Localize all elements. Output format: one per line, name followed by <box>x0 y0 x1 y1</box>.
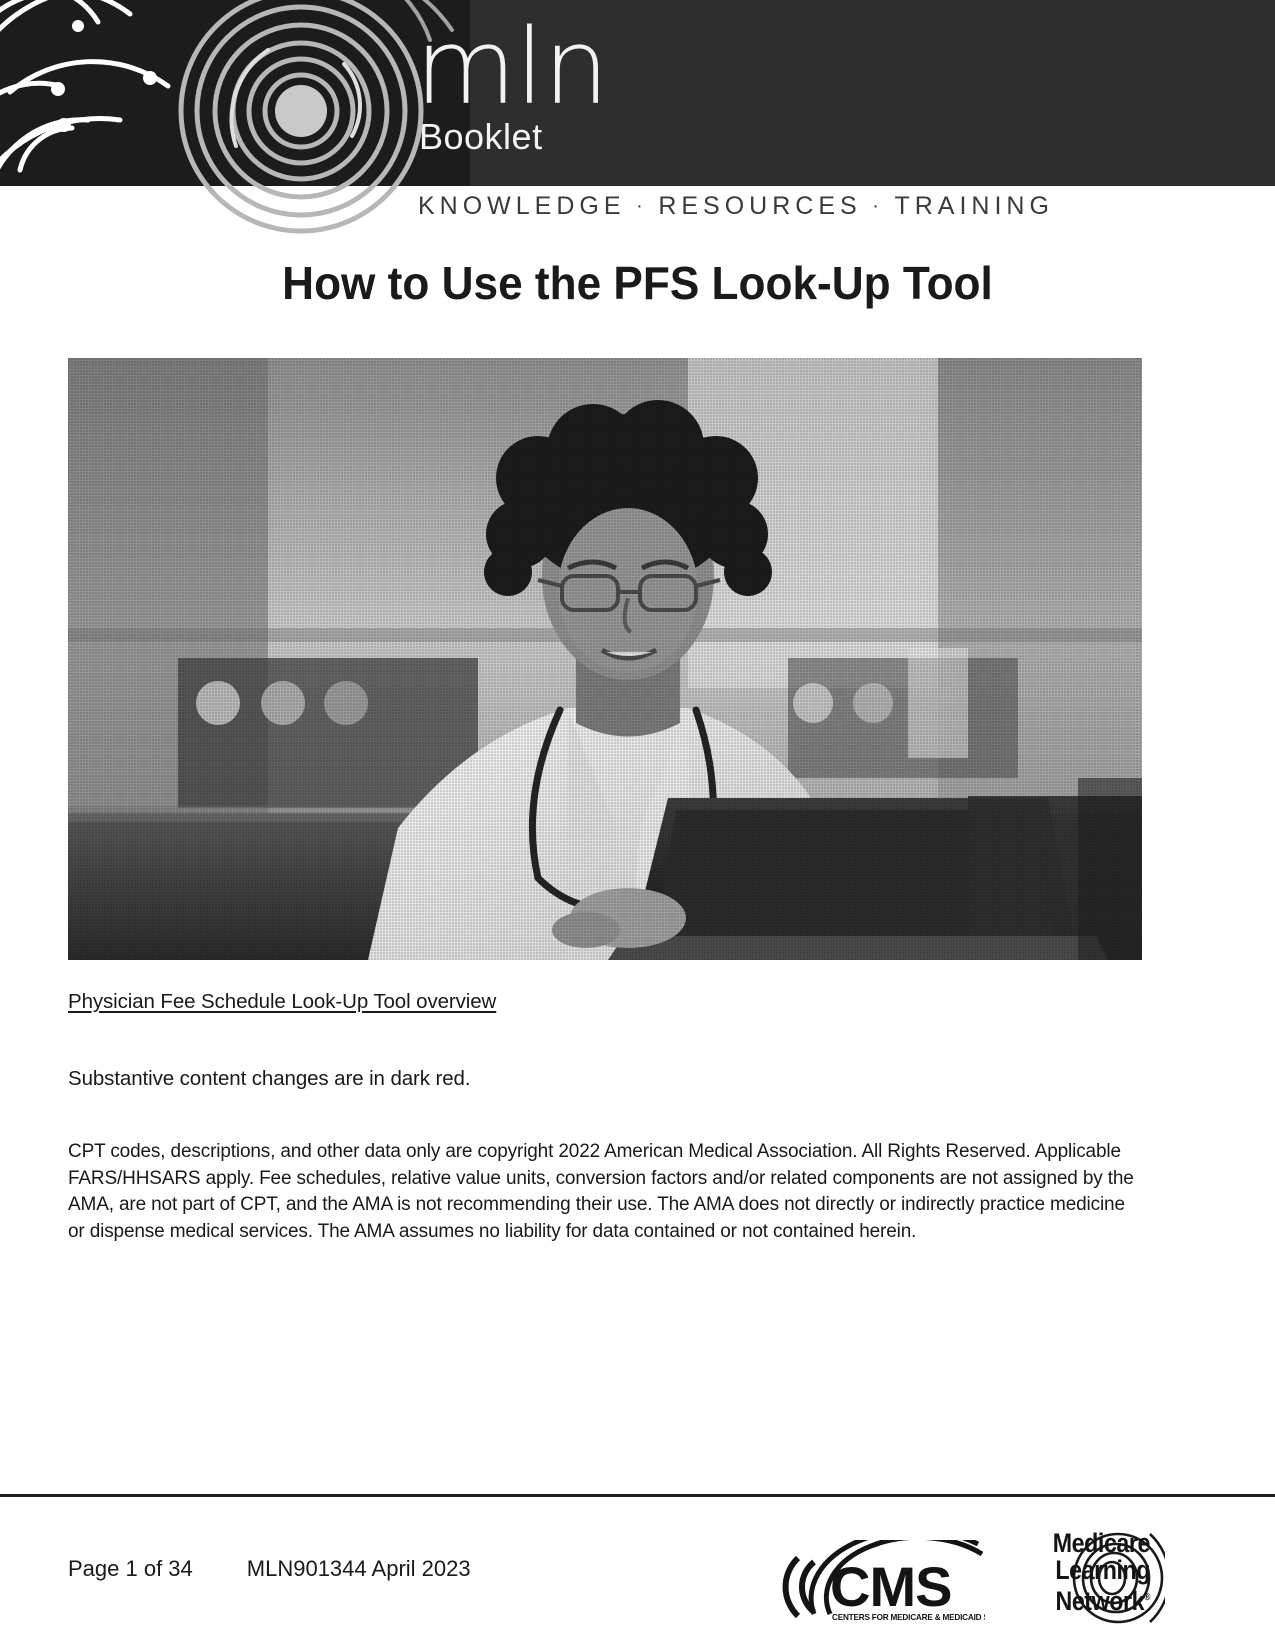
substantive-changes-notice: Substantive content changes are in dark … <box>68 1067 471 1090</box>
document-page: mln Booklet KNOWLEDGE · RESOURCES · TRAI… <box>0 0 1275 1650</box>
registered-mark: ® <box>1144 1592 1150 1603</box>
tagline: KNOWLEDGE · RESOURCES · TRAINING <box>418 192 1054 221</box>
concentric-arcs-icon <box>0 0 454 173</box>
svg-text:CMS: CMS <box>830 1555 951 1618</box>
hero-photo <box>68 358 1142 960</box>
header-band: mln Booklet <box>0 0 1275 186</box>
page-title: How to Use the PFS Look-Up Tool <box>282 257 993 309</box>
cms-logo-subtext: CENTERS FOR MEDICARE & MEDICAID SERVICES <box>832 1613 985 1622</box>
tagline-knowledge: KNOWLEDGE <box>418 192 626 220</box>
tagline-resources: RESOURCES <box>658 192 862 220</box>
hero-photo-illustration <box>68 358 1142 960</box>
footer-divider <box>0 1494 1275 1497</box>
medicare-learning-network-logo: Medicare Learning Network® <box>1000 1528 1165 1628</box>
footer-meta: Page 1 of 34 MLN901344 April 2023 <box>68 1556 471 1582</box>
pfs-lookup-tool-overview-link[interactable]: Physician Fee Schedule Look-Up Tool over… <box>68 990 496 1014</box>
cms-logo-icon: CMS CENTERS FOR MEDICARE & MEDICAID SERV… <box>782 1527 1024 1622</box>
mln-logo-text: Medicare Learning Network® <box>1021 1528 1151 1616</box>
mln-brand-block: mln Booklet <box>415 6 715 178</box>
tagline-separator-2: · <box>861 195 895 217</box>
mln-logo-line-1: Medicare <box>1052 1528 1151 1558</box>
ama-copyright-paragraph: CPT codes, descriptions, and other data … <box>68 1141 1134 1242</box>
cms-logo: CMS CENTERS FOR MEDICARE & MEDICAID SERV… <box>770 1527 1024 1625</box>
mln-logo-line-2: Learning <box>1055 1555 1150 1585</box>
tagline-separator-1: · <box>625 195 659 217</box>
document-id: MLN901344 April 2023 <box>246 1556 471 1581</box>
header-decoration-left <box>0 0 470 186</box>
page-number: Page 1 of 34 <box>68 1556 193 1581</box>
mln-logo-line-3: Network® <box>1055 1586 1150 1616</box>
mln-wordmark: mln <box>415 6 609 128</box>
tagline-training: TRAINING <box>894 192 1054 220</box>
